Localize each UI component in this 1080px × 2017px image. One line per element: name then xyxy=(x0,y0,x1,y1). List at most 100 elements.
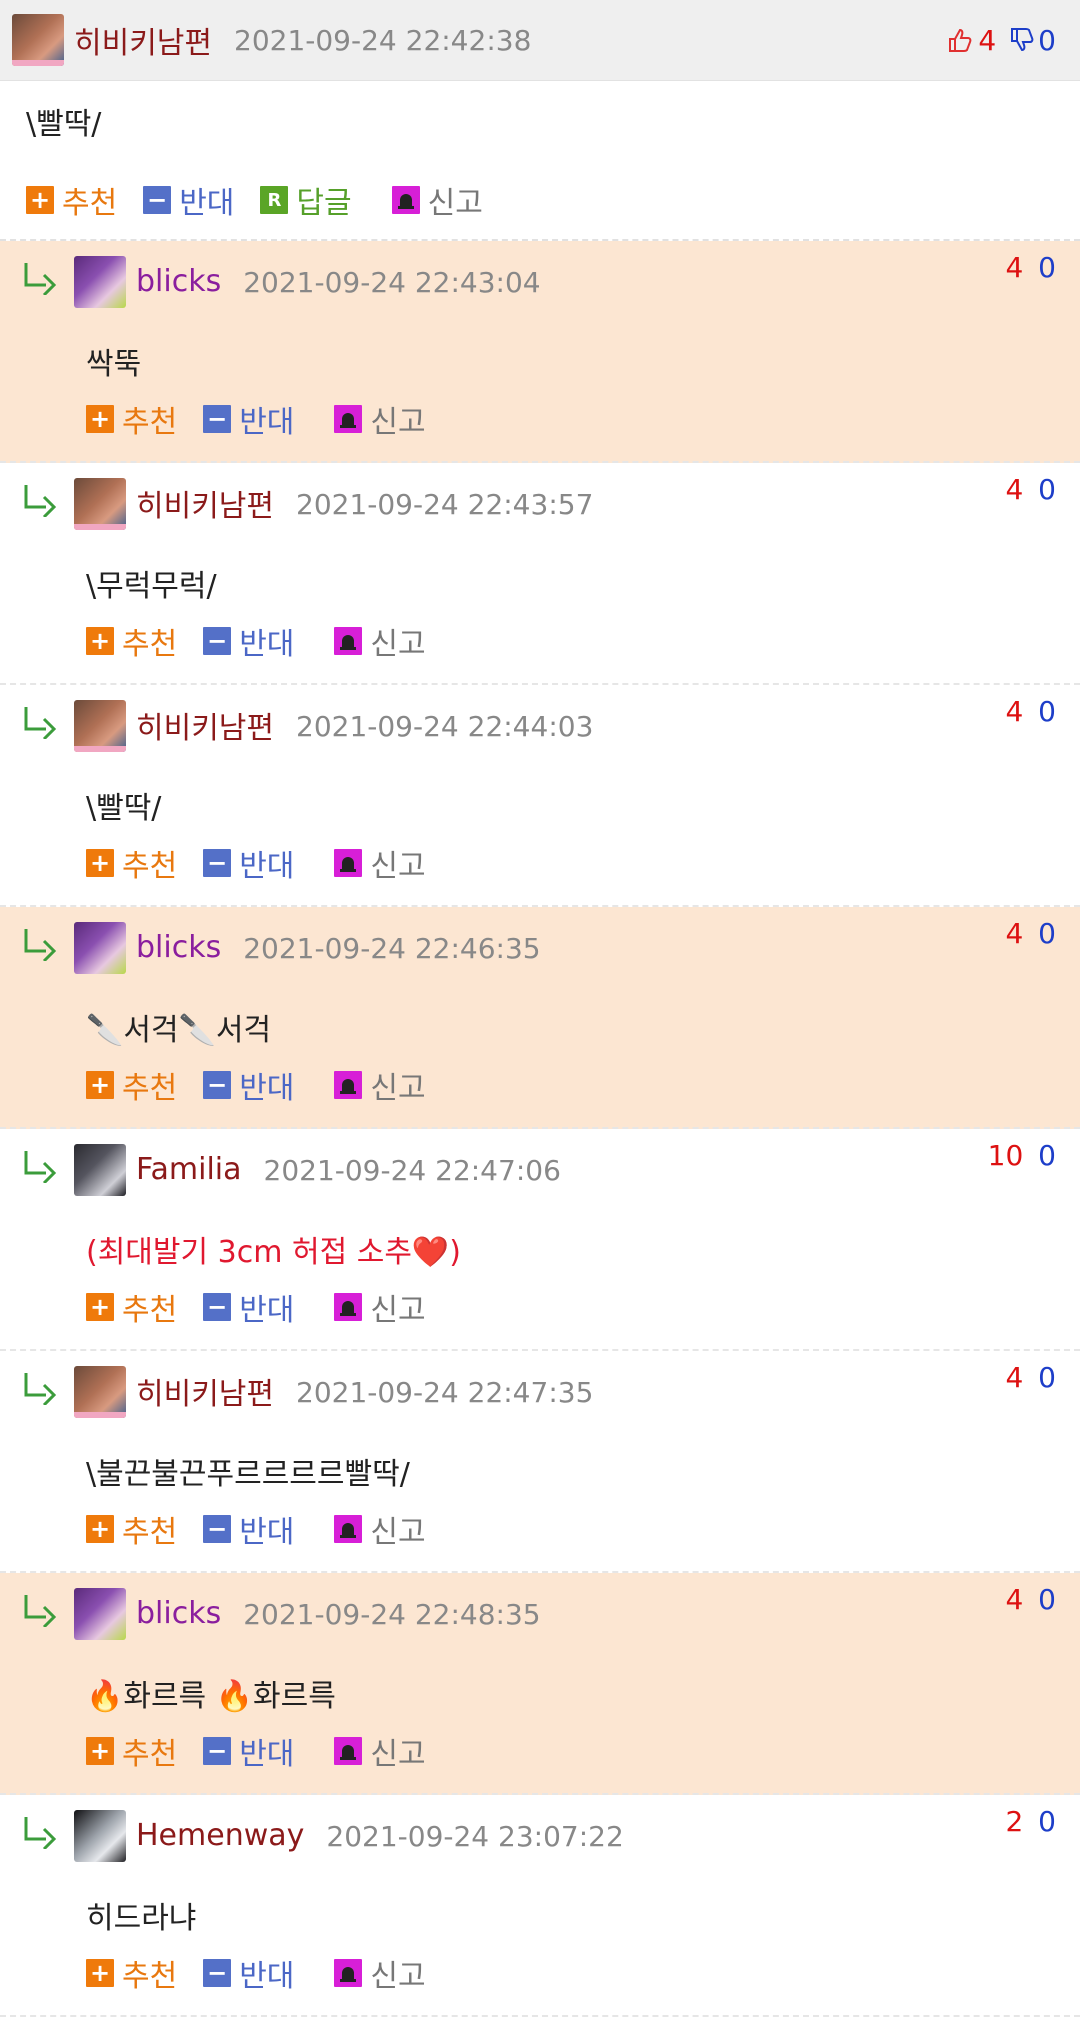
oppose-button[interactable]: − 반대 xyxy=(203,1951,294,1995)
timestamp: 2021-09-24 22:47:35 xyxy=(296,1375,594,1409)
plus-icon: + xyxy=(86,1293,114,1321)
oppose-button[interactable]: − 반대 xyxy=(203,1507,294,1551)
avatar[interactable] xyxy=(74,1366,126,1418)
plus-icon: + xyxy=(86,405,114,433)
timestamp: 2021-09-24 23:07:22 xyxy=(326,1819,624,1853)
oppose-button[interactable]: − 반대 xyxy=(203,619,294,663)
username[interactable]: blicks xyxy=(136,930,221,965)
report-button[interactable]: 신고 xyxy=(391,178,483,222)
siren-icon xyxy=(334,1515,363,1543)
plus-icon: + xyxy=(86,849,114,877)
thumbs-down-icon[interactable] xyxy=(1008,26,1036,54)
recommend-button[interactable]: + 추천 xyxy=(86,841,177,885)
reply-header: 히비키남편 2021-09-24 22:47:35 xyxy=(0,1351,1080,1421)
reply-body: 🔥화르륵 🔥화르륵 xyxy=(86,1679,336,1714)
avatar[interactable] xyxy=(74,256,126,308)
comment-body: \빨딱/ xyxy=(26,107,102,142)
report-button[interactable]: 신고 xyxy=(334,1729,426,1773)
avatar[interactable] xyxy=(74,922,126,974)
upvote-count: 4 xyxy=(978,23,997,57)
plus-icon: + xyxy=(86,1959,114,1987)
reply-item: 히비키남편 2021-09-24 22:44:03 4 0 \빨딱/ + 추천 … xyxy=(0,685,1080,907)
report-button[interactable]: 신고 xyxy=(334,1285,426,1329)
vote-counts: 4 0 xyxy=(1005,695,1056,728)
upvote-count: 4 xyxy=(1005,1361,1024,1394)
reply-item: 히비키남편 2021-09-24 22:43:57 4 0 \무럭무럭/ + 추… xyxy=(0,463,1080,685)
username[interactable]: 히비키남편 xyxy=(136,481,274,525)
oppose-button[interactable]: − 반대 xyxy=(203,1285,294,1329)
username[interactable]: Familia xyxy=(136,1152,242,1187)
report-button[interactable]: 신고 xyxy=(334,841,426,885)
recommend-button[interactable]: + 추천 xyxy=(26,178,117,222)
recommend-button[interactable]: + 추천 xyxy=(86,619,177,663)
report-button[interactable]: 신고 xyxy=(334,1063,426,1107)
report-button[interactable]: 신고 xyxy=(334,1507,426,1551)
timestamp: 2021-09-24 22:48:35 xyxy=(243,1597,541,1631)
avatar[interactable] xyxy=(74,1588,126,1640)
username[interactable]: 히비키남편 xyxy=(74,18,212,62)
reply-actions: + 추천 − 반대 신고 xyxy=(86,1729,452,1773)
reply-body: 🔪서걱🔪서걱 xyxy=(86,1013,272,1048)
reply-header: Hemenway 2021-09-24 23:07:22 xyxy=(0,1795,1080,1865)
plus-icon: + xyxy=(86,627,114,655)
siren-icon xyxy=(334,1071,363,1099)
reply-body: \불끈불끈푸르르르르빨딱/ xyxy=(86,1457,410,1492)
minus-icon: − xyxy=(203,849,232,877)
username[interactable]: Hemenway xyxy=(136,1818,304,1853)
minus-icon: − xyxy=(143,186,172,214)
avatar[interactable] xyxy=(12,14,64,66)
reply-header: Familia 2021-09-24 22:47:06 xyxy=(0,1129,1080,1199)
thumbs-up-icon[interactable] xyxy=(946,26,974,54)
reply-actions: + 추천 − 반대 신고 xyxy=(86,1507,452,1551)
recommend-button[interactable]: + 추천 xyxy=(86,397,177,441)
vote-counts: 4 0 xyxy=(1005,473,1056,506)
username[interactable]: blicks xyxy=(136,1596,221,1631)
minus-icon: − xyxy=(203,1515,232,1543)
vote-counts: 2 0 xyxy=(1005,1805,1056,1838)
username[interactable]: 히비키남편 xyxy=(136,1369,274,1413)
username[interactable]: blicks xyxy=(136,264,221,299)
comment-actions: + 추천 − 반대 R 답글 신고 xyxy=(0,161,1080,239)
avatar[interactable] xyxy=(74,478,126,530)
timestamp: 2021-09-24 22:42:38 xyxy=(234,23,532,57)
report-button[interactable]: 신고 xyxy=(334,1951,426,1995)
downvote-count: 0 xyxy=(1038,251,1056,284)
recommend-button[interactable]: + 추천 xyxy=(86,1507,177,1551)
siren-icon xyxy=(334,627,363,655)
recommend-button[interactable]: + 추천 xyxy=(86,1729,177,1773)
reply-item: Familia 2021-09-24 22:47:06 10 0 (최대발기 3… xyxy=(0,1129,1080,1351)
avatar[interactable] xyxy=(74,700,126,752)
reply-header: 히비키남편 2021-09-24 22:44:03 xyxy=(0,685,1080,755)
report-button[interactable]: 신고 xyxy=(334,397,426,441)
reply-body: \무럭무럭/ xyxy=(86,569,217,604)
avatar[interactable] xyxy=(74,1144,126,1196)
reply-button[interactable]: R 답글 xyxy=(260,178,352,222)
oppose-button[interactable]: − 반대 xyxy=(203,397,294,441)
recommend-button[interactable]: + 추천 xyxy=(86,1063,177,1107)
reply-item: blicks 2021-09-24 22:43:04 4 0 싹뚝 + 추천 −… xyxy=(0,241,1080,463)
reply-actions: + 추천 − 반대 신고 xyxy=(86,397,452,441)
siren-icon xyxy=(334,1293,363,1321)
downvote-count: 0 xyxy=(1038,23,1056,57)
oppose-button[interactable]: − 반대 xyxy=(143,178,234,222)
oppose-button[interactable]: − 반대 xyxy=(203,841,294,885)
recommend-button[interactable]: + 추천 xyxy=(86,1951,177,1995)
vote-counts: 4 0 xyxy=(1005,1361,1056,1394)
reply-header: 히비키남편 2021-09-24 22:43:57 xyxy=(0,463,1080,533)
timestamp: 2021-09-24 22:46:35 xyxy=(243,931,541,965)
report-button[interactable]: 신고 xyxy=(334,619,426,663)
reply-body: \빨딱/ xyxy=(86,791,162,826)
downvote-count: 0 xyxy=(1038,473,1056,506)
siren-icon xyxy=(334,849,363,877)
oppose-button[interactable]: − 반대 xyxy=(203,1729,294,1773)
recommend-button[interactable]: + 추천 xyxy=(86,1285,177,1329)
reply-actions: + 추천 − 반대 신고 xyxy=(86,619,452,663)
avatar[interactable] xyxy=(74,1810,126,1862)
siren-icon xyxy=(391,186,420,214)
minus-icon: − xyxy=(203,1959,232,1987)
siren-icon xyxy=(334,405,363,433)
username[interactable]: 히비키남편 xyxy=(136,703,274,747)
plus-icon: + xyxy=(86,1737,114,1765)
reply-item: Hemenway 2021-09-24 23:07:22 2 0 히드라냐 + … xyxy=(0,1795,1080,2017)
oppose-button[interactable]: − 반대 xyxy=(203,1063,294,1107)
